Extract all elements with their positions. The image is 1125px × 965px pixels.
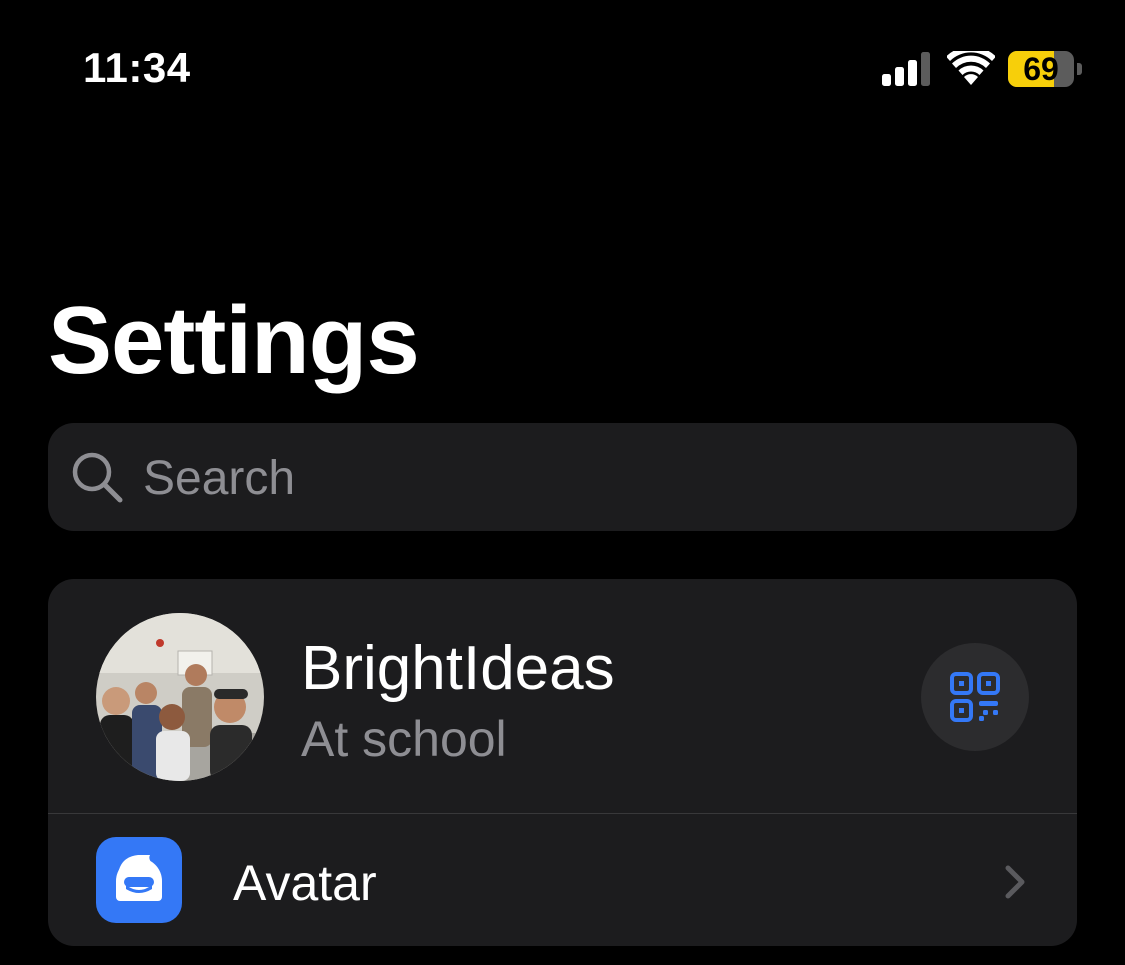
qr-code-icon xyxy=(950,672,1000,722)
battery-tip xyxy=(1077,63,1082,75)
battery-level: 69 xyxy=(1023,51,1059,87)
profile-name[interactable]: BrightIdeas xyxy=(301,633,615,704)
menu-item-avatar[interactable]: Avatar xyxy=(48,814,1077,945)
qr-code-button[interactable] xyxy=(921,643,1029,751)
profile-avatar[interactable] xyxy=(96,613,264,781)
status-bar: 11:34 69 xyxy=(0,0,1125,140)
battery-body: 69 xyxy=(1008,51,1074,87)
avatar-face-icon xyxy=(116,855,162,901)
profile-status: At school xyxy=(301,711,507,767)
search-input[interactable] xyxy=(143,448,1043,508)
status-time: 11:34 xyxy=(83,44,191,91)
profile-photo-image xyxy=(96,613,264,781)
avatar-app-icon xyxy=(96,837,182,923)
settings-screen: 11:34 69 Settings Search BrightIdeas At … xyxy=(0,0,1125,965)
chevron-right-icon xyxy=(1005,865,1025,899)
search-icon xyxy=(72,452,123,503)
wifi-icon xyxy=(947,51,995,85)
menu-item-label: Avatar xyxy=(233,855,377,911)
signal-icon xyxy=(882,52,930,86)
page-title: Settings xyxy=(48,287,420,394)
battery-icon: 69 xyxy=(1008,51,1084,87)
